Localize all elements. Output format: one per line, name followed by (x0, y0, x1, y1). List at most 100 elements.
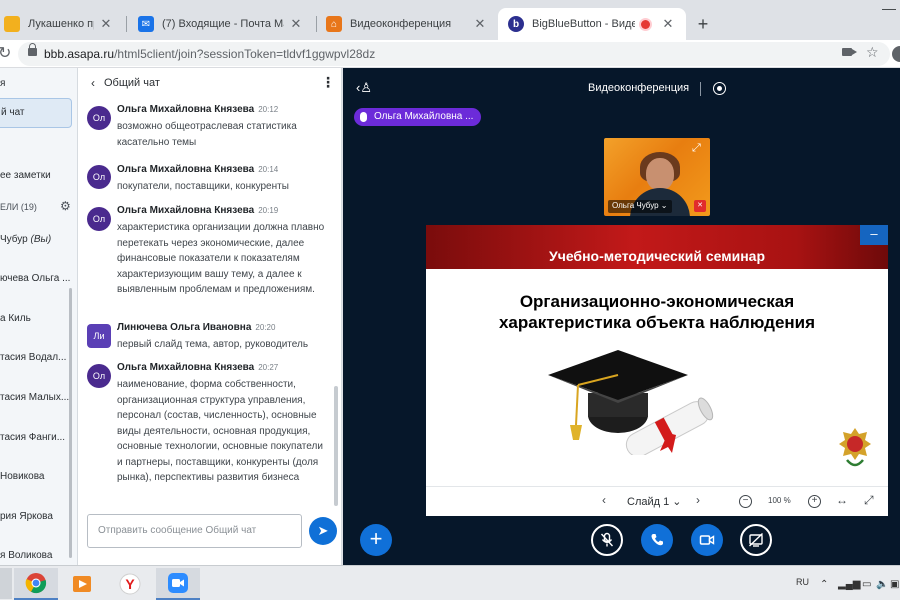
tab-title: (7) Входящие - Почта Mail.ru (162, 18, 284, 30)
message-author: Ольга Михайловна Князева 20:19 (117, 205, 279, 216)
profile-icon[interactable] (892, 46, 900, 62)
previous-slide-icon[interactable]: ‹ (602, 493, 606, 507)
tab-title: Лукашенко провели пе (28, 18, 94, 30)
mute-microphone-button[interactable] (591, 524, 623, 556)
volume-icon[interactable]: 🔈 (876, 579, 888, 590)
gear-icon[interactable]: ⚙ (60, 199, 71, 213)
shared-notes-item[interactable]: ее заметки (0, 170, 51, 181)
taskbar-yandex-browser[interactable]: Y (108, 568, 152, 600)
tab-title: Видеоконференция (350, 18, 452, 30)
avatar: Ол (87, 364, 111, 388)
message-text: покупатели, поставщики, конкуренты (117, 181, 289, 192)
zoom-in-icon[interactable]: + (808, 495, 821, 508)
address-bar[interactable]: bbb.asapa.ru/html5client/join?sessionTok… (18, 42, 900, 66)
user-item[interactable]: тасия Фанги... (0, 432, 65, 443)
yandex-browser-icon: Y (119, 573, 141, 595)
user-item[interactable]: рия Яркова (0, 511, 53, 522)
taskbar-zoom[interactable] (156, 568, 200, 600)
lock-icon[interactable] (28, 43, 37, 56)
url-text: bbb.asapa.ru/html5client/join?sessionTok… (44, 47, 375, 61)
zoom-level[interactable]: 100 % (768, 496, 791, 505)
slide-title: Организационно-экономическая характерист… (436, 291, 878, 333)
minimize-presentation-button[interactable]: – (860, 225, 888, 245)
fit-width-icon[interactable]: ↔ (836, 493, 848, 507)
public-chat-item[interactable]: й чат (0, 98, 72, 128)
start-button[interactable] (0, 568, 12, 599)
record-icon[interactable] (713, 82, 726, 95)
user-item[interactable]: я Воликова (0, 550, 52, 561)
browser-tab-mail[interactable]: ✉ (7) Входящие - Почта Mail.ru ✕ (128, 8, 314, 40)
slide-title-line: Организационно-экономическая (519, 292, 795, 311)
fullscreen-icon[interactable]: ⤢ (692, 142, 701, 155)
taskbar-media-player[interactable] (60, 568, 104, 600)
next-slide-icon[interactable]: › (696, 493, 700, 507)
fullscreen-presentation-icon[interactable]: ⤢ (864, 493, 874, 508)
slide-header-text: Учебно-методический семинар (548, 248, 765, 264)
message-time: 20:14 (258, 165, 279, 174)
user-item[interactable]: Чубур (Вы) (0, 234, 51, 245)
network-signal-icon[interactable]: ▂▄▆ (838, 579, 860, 590)
chat-scrollbar[interactable] (334, 386, 338, 506)
window-minimize-icon[interactable]: — (882, 0, 896, 16)
message-text: характеристика организации должна плавно… (117, 222, 325, 295)
send-message-button[interactable]: ➤ (309, 517, 337, 545)
recording-indicator-icon (641, 19, 650, 29)
avatar: Ол (87, 106, 111, 130)
webcam-video[interactable]: ⤢ Ольга Чубур ⌄ ✕ (604, 138, 710, 216)
message-author: Ольга Михайловна Князева 20:12 (117, 104, 279, 115)
taskbar-chrome[interactable] (14, 568, 58, 600)
toggle-userlist-icon[interactable]: ‹♙ (356, 80, 372, 96)
chevron-left-icon[interactable]: ‹ (91, 76, 95, 90)
message-author: Ольга Михайловна Князева 20:27 (117, 362, 279, 373)
phone-icon (651, 534, 663, 546)
muted-mic-icon: ✕ (694, 200, 706, 212)
user-item[interactable]: тасия Водал... (0, 352, 66, 363)
browser-tab-bigbluebutton[interactable]: b BigBlueButton - Видеоконф ✕ (498, 8, 686, 40)
actions-plus-button[interactable]: + (360, 524, 392, 556)
reload-icon[interactable]: ↻ (0, 43, 11, 63)
chat-message: Ли Линючева Ольга Ивановна 20:20 первый с… (78, 322, 334, 356)
user-item[interactable]: ючева Ольга ... (0, 273, 70, 284)
toggle-webcam-button[interactable] (691, 524, 723, 556)
battery-icon[interactable]: ▭ (862, 579, 871, 590)
tab-title: BigBlueButton - Видеоконф (532, 18, 635, 30)
browser-tab-conference[interactable]: ⌂ Видеоконференция ✕ (316, 8, 498, 40)
user-item[interactable]: тасия Малых... (0, 392, 69, 403)
chrome-icon (25, 573, 47, 594)
new-tab-button[interactable]: + (692, 14, 714, 36)
presentation-toolbar: ‹ Слайд 1 ⌄ › − 100 % + ↔ ⤢ (426, 486, 888, 516)
message-text: возможно общеотраслевая статистика касат… (117, 121, 297, 148)
tray-chevron-icon[interactable]: ⌃ (820, 579, 828, 590)
media-player-icon (73, 576, 91, 592)
close-icon[interactable]: ✕ (288, 16, 304, 32)
chat-message: Ол Ольга Михайловна Князева 20:14 покупат… (78, 164, 334, 200)
talking-indicator[interactable]: Ольга Михайловна ... (354, 108, 482, 126)
webcam-person-face (646, 158, 674, 190)
chat-title[interactable]: Общий чат (104, 77, 160, 89)
leave-audio-button[interactable] (641, 524, 673, 556)
slide-title-line: характеристика объекта наблюдения (498, 313, 816, 332)
zoom-out-icon[interactable]: − (739, 495, 752, 508)
chat-panel: ‹ Общий чат ⋮ Ол Ольга Михайловна Князев… (78, 68, 342, 565)
slide-selector[interactable]: Слайд 1 ⌄ (627, 495, 682, 508)
user-item[interactable]: Новикова (0, 471, 45, 482)
camera-permission-icon[interactable] (842, 48, 857, 56)
close-icon[interactable]: ✕ (472, 16, 488, 32)
chat-message: Ол Ольга Михайловна Князева 20:12 возможн… (78, 104, 334, 156)
chat-message-input[interactable]: Отправить сообщение Общий чат (87, 514, 302, 548)
chat-options-icon[interactable]: ⋮ (321, 74, 335, 91)
academy-emblem-icon (839, 428, 871, 467)
screen-share-button[interactable] (740, 524, 772, 556)
windows-taskbar: Y RU ⌃ ▂▄▆ ▭ 🔈 ▣ (0, 565, 900, 600)
message-time: 20:20 (255, 323, 276, 332)
notifications-icon[interactable]: ▣ (890, 579, 899, 590)
bookmark-star-icon[interactable]: ☆ (866, 44, 879, 61)
avatar: Ол (87, 165, 111, 189)
input-language[interactable]: RU (796, 577, 809, 587)
user-item[interactable]: а Киль (0, 313, 31, 324)
webcam-user-name[interactable]: Ольга Чубур ⌄ (608, 200, 672, 213)
close-icon[interactable]: ✕ (660, 16, 676, 32)
user-list-scrollbar[interactable] (69, 288, 72, 558)
close-icon[interactable]: ✕ (98, 16, 114, 32)
browser-tab-news[interactable]: Лукашенко провели пе ✕ (0, 8, 124, 40)
